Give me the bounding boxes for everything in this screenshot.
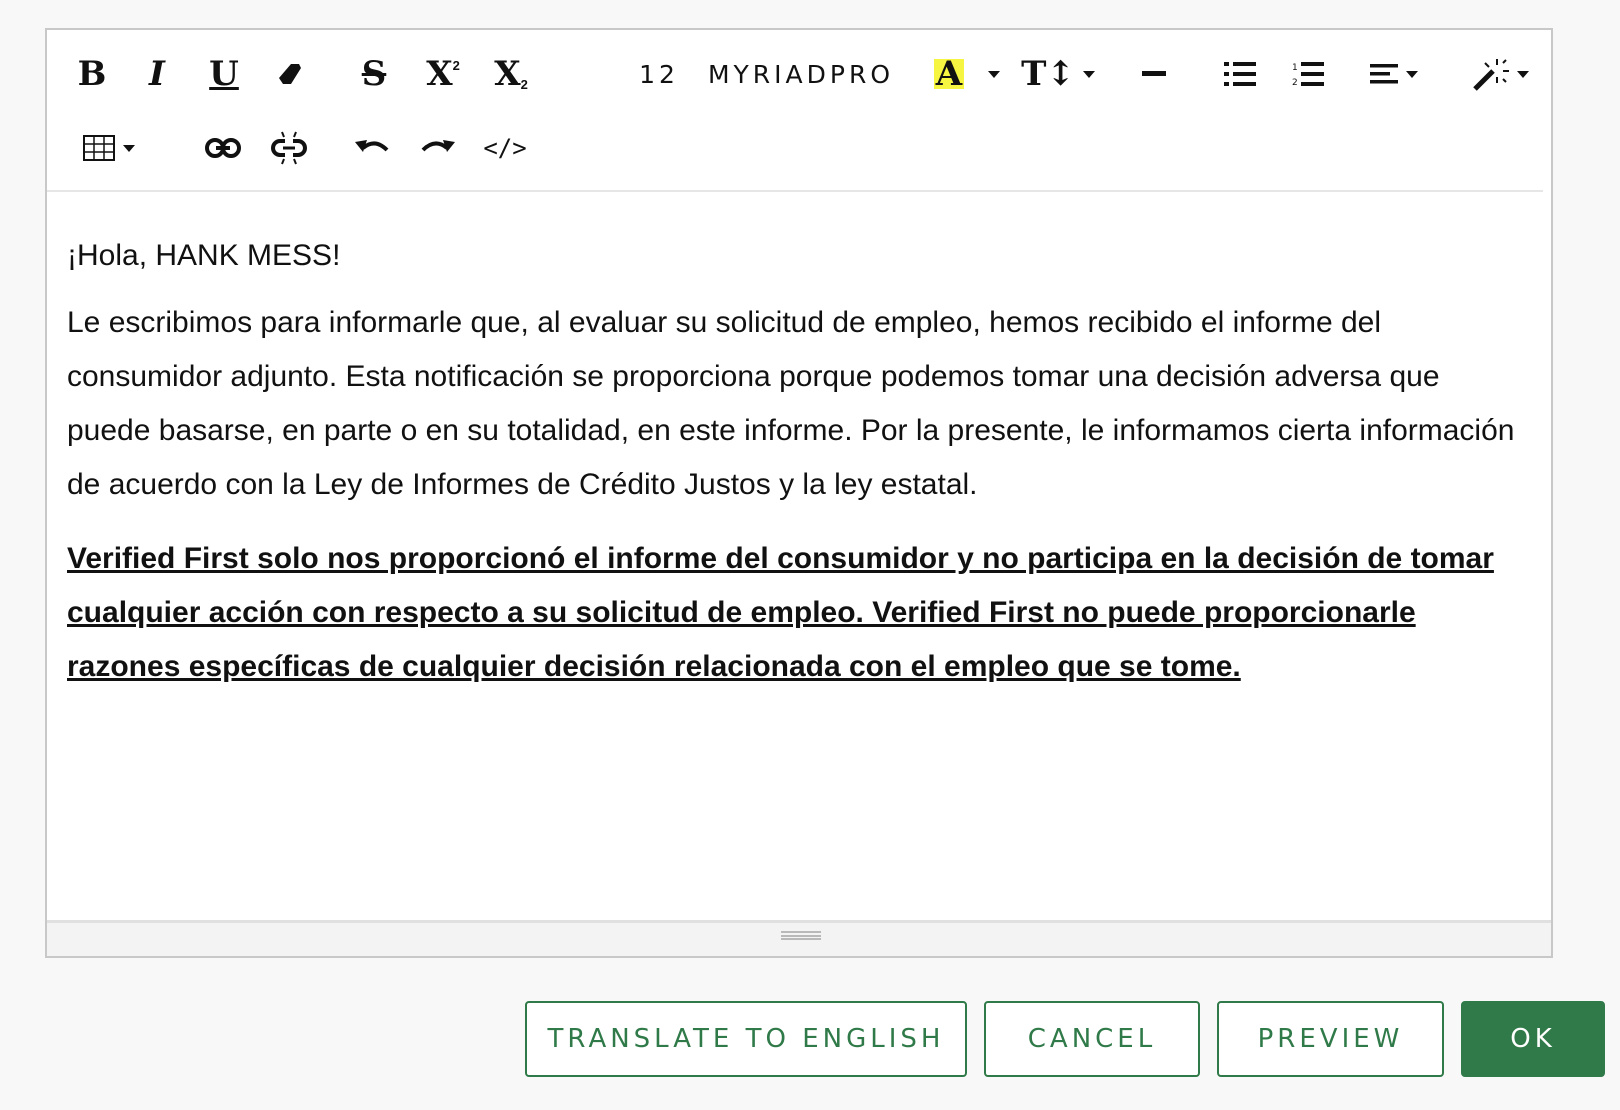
editor-resize-handle[interactable] bbox=[47, 920, 1551, 956]
font-family-select[interactable]: MYRIADPRO bbox=[708, 54, 891, 94]
font-size-select[interactable]: 12 bbox=[639, 54, 679, 94]
chevron-down-icon bbox=[1082, 70, 1095, 78]
preview-button[interactable]: PREVIEW bbox=[1217, 1001, 1444, 1077]
numbered-list-icon[interactable]: 1 2 bbox=[1291, 54, 1325, 94]
toolbar-row-1: B I U S X2 X2 12 MYRIADPRO A T↕ 1 2 bbox=[47, 44, 1543, 104]
link-icon[interactable] bbox=[203, 128, 243, 168]
magic-wand-icon bbox=[1473, 59, 1509, 91]
chevron-down-icon bbox=[1517, 70, 1529, 78]
undo-icon[interactable] bbox=[351, 128, 391, 168]
underline-icon[interactable]: U bbox=[207, 54, 241, 94]
subscript-icon[interactable]: X2 bbox=[491, 54, 531, 94]
greeting-text: ¡Hola, HANK MESS! bbox=[67, 239, 341, 272]
bold-icon[interactable]: B bbox=[77, 54, 107, 94]
font-size-icon: T↕ bbox=[1021, 54, 1075, 94]
table-icon bbox=[83, 135, 115, 161]
editor-content[interactable]: ¡Hola, HANK MESS! Le escribimos para inf… bbox=[47, 214, 1551, 950]
redo-icon[interactable] bbox=[419, 128, 459, 168]
rich-text-editor: B I U S X2 X2 12 MYRIADPRO A T↕ 1 2 </> … bbox=[45, 28, 1553, 958]
eraser-icon[interactable] bbox=[275, 54, 305, 94]
text-color-button[interactable]: A bbox=[927, 54, 1007, 94]
strikethrough-icon[interactable]: S bbox=[357, 54, 391, 94]
grip-icon bbox=[781, 931, 821, 940]
code-view-icon[interactable]: </> bbox=[483, 128, 527, 168]
align-button[interactable] bbox=[1363, 54, 1425, 94]
disclaimer-paragraph: Verified First solo nos proporcionó el i… bbox=[67, 542, 1494, 683]
editor-toolbar: B I U S X2 X2 12 MYRIADPRO A T↕ 1 2 </> bbox=[47, 30, 1543, 192]
horizontal-rule-icon[interactable] bbox=[1139, 54, 1169, 94]
chevron-down-icon bbox=[1406, 70, 1418, 78]
magic-wand-button[interactable] bbox=[1467, 54, 1533, 94]
chevron-down-icon bbox=[123, 144, 135, 152]
unlink-icon[interactable] bbox=[269, 128, 309, 168]
svg-text:1: 1 bbox=[1292, 63, 1298, 73]
align-icon bbox=[1370, 64, 1398, 84]
chevron-down-icon bbox=[988, 70, 1001, 78]
svg-text:2: 2 bbox=[1292, 78, 1298, 87]
superscript-icon[interactable]: X2 bbox=[423, 54, 463, 94]
font-size-button[interactable]: T↕ bbox=[1021, 54, 1095, 94]
text-color-icon: A bbox=[933, 54, 965, 94]
toolbar-row-2: </> bbox=[47, 118, 1543, 178]
cancel-button[interactable]: CANCEL bbox=[984, 1001, 1200, 1077]
bullet-list-icon[interactable] bbox=[1223, 54, 1257, 94]
italic-icon[interactable]: I bbox=[143, 54, 171, 94]
notice-paragraph: Le escribimos para informarle que, al ev… bbox=[67, 306, 1515, 501]
ok-button[interactable]: OK bbox=[1461, 1001, 1605, 1077]
table-button[interactable] bbox=[77, 128, 141, 168]
translate-to-english-button[interactable]: TRANSLATE TO ENGLISH bbox=[525, 1001, 967, 1077]
